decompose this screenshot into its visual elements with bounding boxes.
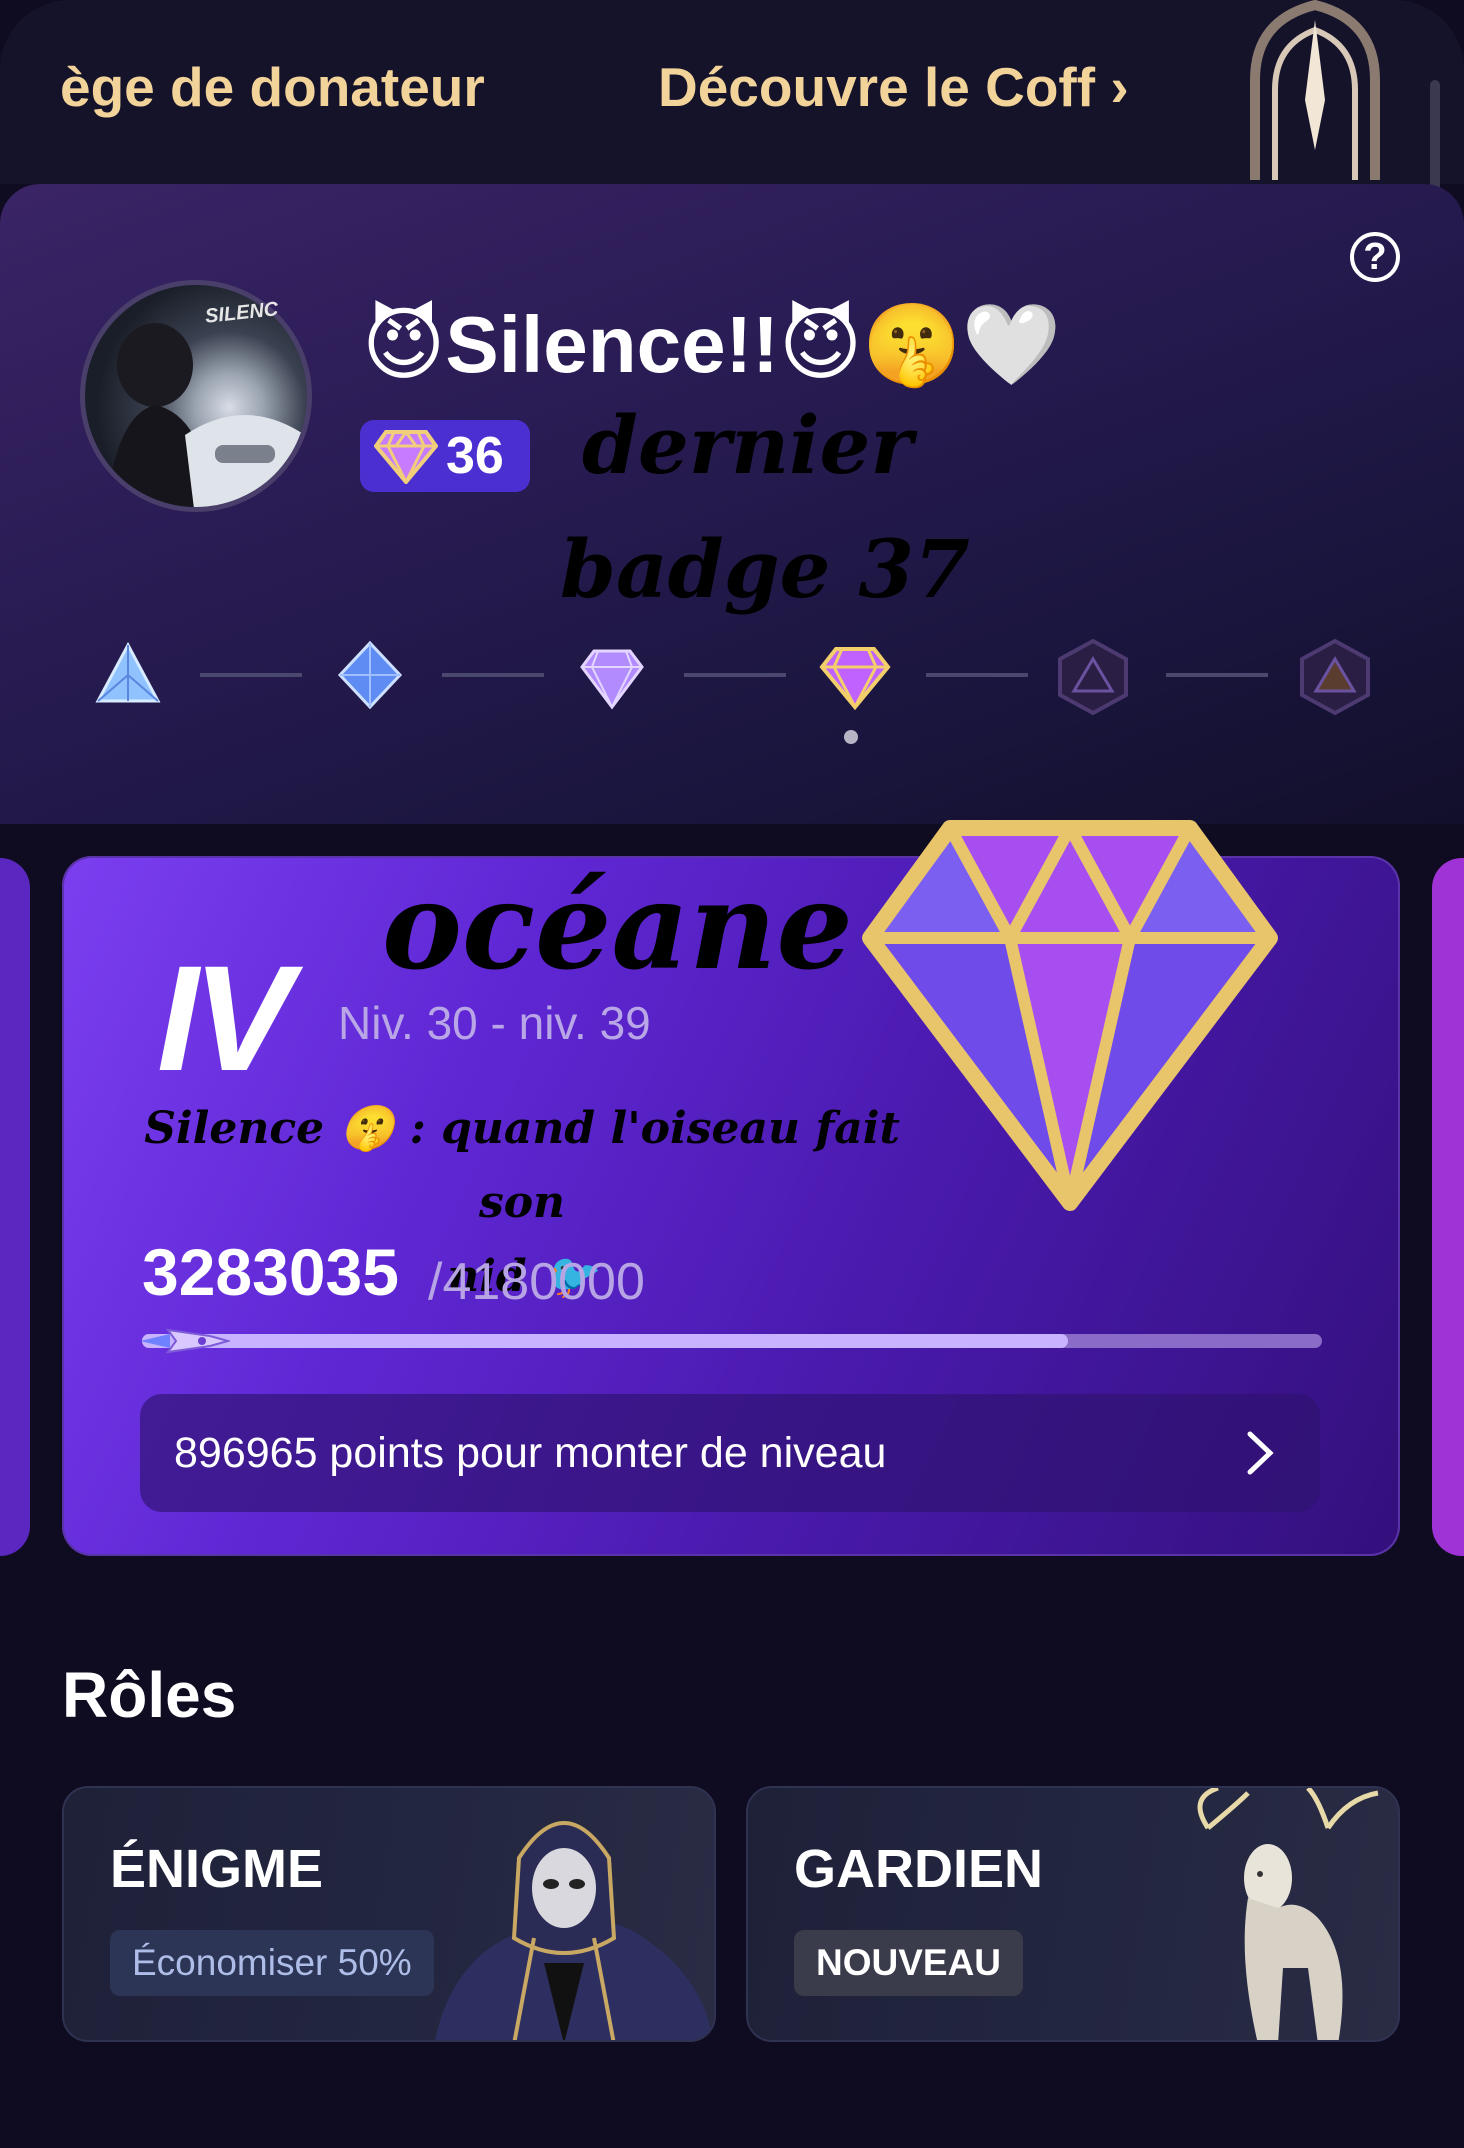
- username: 😈Silence!!😈🤫🤍: [362, 300, 1062, 389]
- hooded-figure-image: [434, 1821, 714, 2040]
- role-new-badge: NOUVEAU: [794, 1930, 1024, 1996]
- rocket-icon: [140, 1328, 230, 1354]
- help-icon[interactable]: ?: [1350, 232, 1400, 282]
- discover-coffer-tab[interactable]: Découvre le Coff ›: [658, 55, 1138, 119]
- level-gem-icon: [862, 820, 1278, 1211]
- handwritten-note: dernier: [582, 398, 913, 492]
- gem-gold-icon: [374, 430, 438, 484]
- level-roman-numeral: IV: [157, 934, 293, 1102]
- tier-track: [95, 638, 1370, 715]
- level-up-row[interactable]: 896965 points pour monter de niveau: [140, 1394, 1320, 1512]
- handwritten-note: badge 37: [560, 522, 970, 616]
- role-card-enigme[interactable]: ÉNIGME Économiser 50%: [62, 1786, 716, 2042]
- tier-gem-purple-icon[interactable]: [580, 649, 644, 710]
- tier-gem-gold-icon[interactable]: [819, 647, 891, 711]
- role-discount-badge: Économiser 50%: [110, 1930, 434, 1996]
- tier-locked-hexagon-icon[interactable]: [1058, 638, 1128, 715]
- gem-count: 36: [446, 427, 504, 485]
- level-range: Niv. 30 - niv. 39: [338, 997, 651, 1049]
- gem-count-badge[interactable]: 36: [360, 420, 530, 492]
- donor-privilege-tab[interactable]: ège de donateur: [60, 55, 530, 119]
- points-target: /4180000: [428, 1253, 645, 1311]
- tier-diamond-blue-icon[interactable]: [337, 640, 403, 710]
- handwritten-title: océane: [382, 856, 853, 997]
- next-level-card[interactable]: [1432, 858, 1464, 1556]
- role-card-gardien[interactable]: GARDIEN NOUVEAU: [746, 1786, 1400, 2042]
- previous-level-card[interactable]: [0, 858, 30, 1556]
- roles-section-title: Rôles: [62, 1659, 237, 1731]
- white-stag-image: [1197, 1788, 1379, 2040]
- gate-arch-icon[interactable]: [1235, 0, 1395, 180]
- chevron-right-icon: ›: [1110, 56, 1129, 118]
- handwritten-note-line: Silence 🤫 : quand l'oiseau fait son: [144, 1103, 900, 1228]
- tier-pyramid-icon[interactable]: [95, 641, 161, 703]
- tier-locked-hexagon-icon[interactable]: [1300, 638, 1370, 715]
- points-current: 3283035: [142, 1235, 399, 1309]
- level-up-text: 896965 points pour monter de niveau: [174, 1428, 887, 1477]
- progress-fill: [142, 1334, 1068, 1348]
- discover-coffer-label: Découvre le Coff: [658, 56, 1096, 118]
- chevron-right-icon: [1247, 1431, 1274, 1475]
- role-name: ÉNIGME: [110, 1839, 324, 1899]
- current-tier-indicator: [844, 730, 858, 744]
- role-name: GARDIEN: [794, 1839, 1044, 1899]
